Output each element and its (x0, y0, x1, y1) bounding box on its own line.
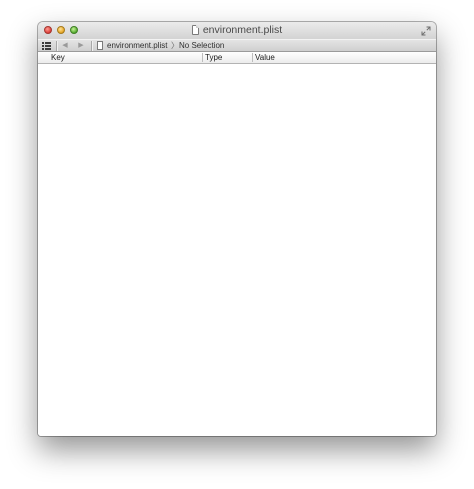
document-icon (191, 25, 199, 35)
column-header-type[interactable]: Type (205, 52, 222, 63)
window-title: environment.plist (202, 24, 283, 36)
forward-arrow-icon[interactable]: ▶ (76, 40, 86, 52)
close-button[interactable] (44, 26, 52, 34)
column-divider[interactable] (252, 53, 253, 62)
plist-outline-view[interactable] (38, 64, 436, 436)
related-items-grid-icon[interactable] (42, 42, 51, 50)
back-arrow-icon[interactable]: ◀ (60, 40, 70, 52)
breadcrumb-selection[interactable]: No Selection (179, 40, 224, 52)
toolbar-divider (91, 41, 92, 51)
file-icon (97, 41, 103, 50)
plist-editor-window: environment.plist ◀ ▶ environment.plist … (38, 22, 436, 436)
fullscreen-icon[interactable] (421, 26, 431, 36)
column-header-value[interactable]: Value (255, 52, 275, 63)
title-bar[interactable]: environment.plist (38, 22, 436, 39)
title-inner: environment.plist (191, 22, 283, 39)
toolbar-divider (56, 41, 57, 51)
column-header-key[interactable]: Key (51, 52, 65, 63)
breadcrumb-file[interactable]: environment.plist (107, 40, 167, 52)
column-divider[interactable] (202, 53, 203, 62)
jump-bar: ◀ ▶ environment.plist 〉 No Selection (38, 39, 436, 52)
table-header: Key Type Value (38, 52, 436, 64)
zoom-button[interactable] (70, 26, 78, 34)
breadcrumb-chevron-icon: 〉 (171, 41, 179, 50)
minimize-button[interactable] (57, 26, 65, 34)
window-title-group: environment.plist (38, 22, 436, 39)
